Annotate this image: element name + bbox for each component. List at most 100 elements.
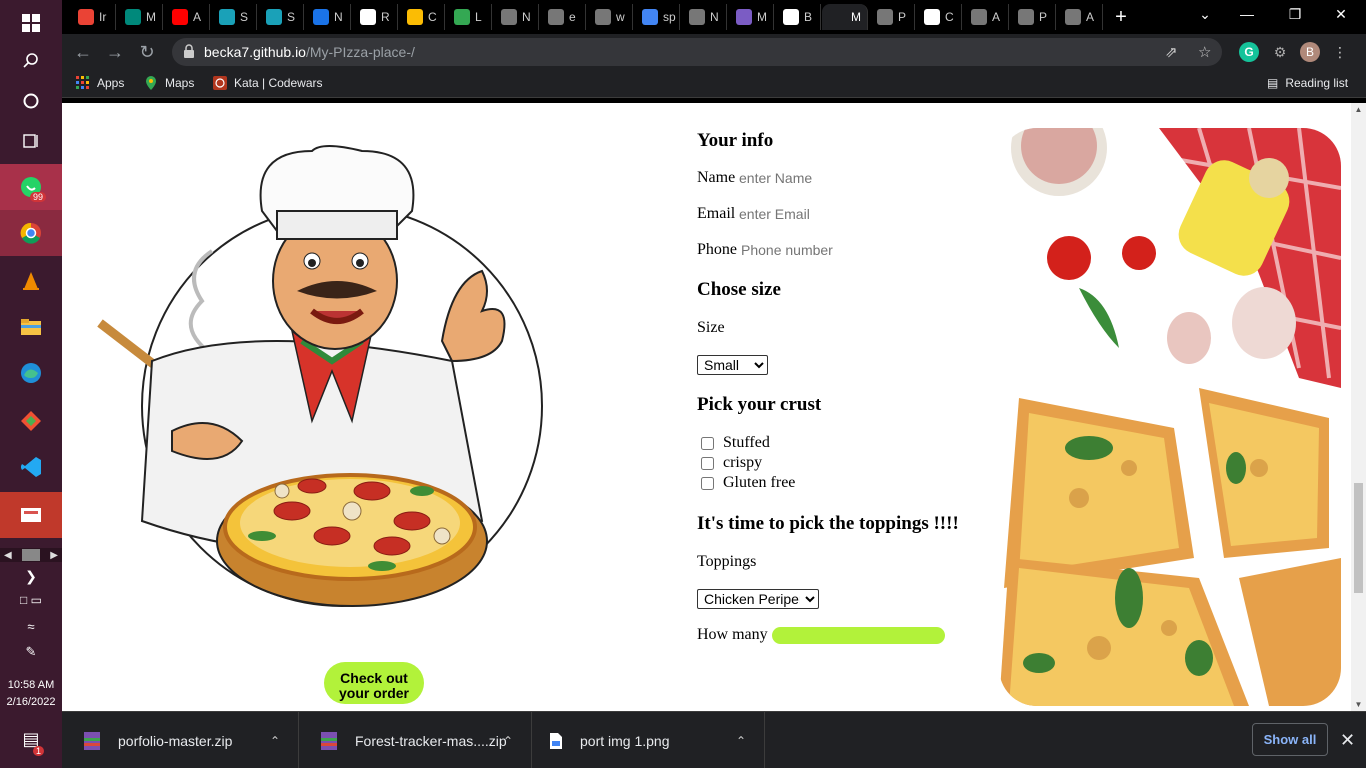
profile-avatar[interactable]: B bbox=[1300, 42, 1320, 62]
browser-tab[interactable]: N bbox=[493, 4, 539, 30]
close-window-button[interactable]: ✕ bbox=[1326, 6, 1356, 23]
clock-date[interactable]: 2/16/2022 bbox=[0, 696, 62, 708]
restore-button[interactable]: ❐ bbox=[1280, 6, 1310, 23]
extensions-puzzle-icon[interactable]: ⚙ bbox=[1270, 42, 1290, 62]
crust-option-gluten-free[interactable]: Gluten free bbox=[701, 474, 795, 492]
notifications-button[interactable]: ▤ 1 bbox=[0, 716, 62, 762]
slides-app[interactable] bbox=[0, 492, 62, 538]
download-item[interactable]: port img 1.png ⌃ bbox=[532, 712, 765, 768]
chef-illustration bbox=[97, 145, 543, 607]
phone-input[interactable] bbox=[741, 242, 881, 258]
zip-file-icon bbox=[321, 731, 337, 750]
browser-tab[interactable]: A bbox=[963, 4, 1009, 30]
github-icon bbox=[783, 9, 799, 25]
vlc-app[interactable] bbox=[0, 258, 62, 304]
bookmark-apps[interactable]: Apps bbox=[76, 76, 124, 90]
reload-button[interactable]: ↻ bbox=[136, 42, 158, 64]
address-bar[interactable]: becka7.github.io/My-PIzza-place-/ ⇗ ☆ bbox=[172, 38, 1222, 66]
tab-title: C bbox=[945, 10, 954, 24]
download-item[interactable]: Forest-tracker-mas....zip ⌃ bbox=[299, 712, 532, 768]
browser-tab[interactable]: A bbox=[164, 4, 210, 30]
reading-list-button[interactable]: ▤ Reading list bbox=[1267, 76, 1348, 90]
forward-button[interactable]: → bbox=[104, 42, 126, 64]
edge-app[interactable] bbox=[0, 350, 62, 396]
how-many-input[interactable] bbox=[772, 627, 945, 644]
clock-time[interactable]: 10:58 AM bbox=[0, 679, 62, 691]
browser-tab[interactable]: e bbox=[540, 4, 586, 30]
name-input[interactable] bbox=[739, 170, 879, 186]
back-button[interactable]: ← bbox=[72, 42, 94, 64]
download-item[interactable]: porfolio-master.zip ⌃ bbox=[62, 712, 299, 768]
whatsapp-app[interactable]: 99 bbox=[0, 164, 62, 210]
browser-tab[interactable]: S bbox=[211, 4, 257, 30]
maps-pin-icon bbox=[146, 76, 156, 90]
browser-tab[interactable]: sp bbox=[634, 4, 680, 30]
email-input[interactable] bbox=[739, 206, 879, 222]
close-downloads-icon[interactable]: ✕ bbox=[1340, 730, 1355, 751]
tab-search-button[interactable]: ⌄ bbox=[1190, 6, 1220, 23]
menu-kebab-icon[interactable]: ⋮ bbox=[1330, 42, 1350, 62]
crispy-checkbox[interactable] bbox=[701, 456, 714, 470]
task-view-button[interactable] bbox=[0, 118, 62, 164]
bookmark-icon bbox=[313, 9, 329, 25]
browser-tab[interactable]: M bbox=[117, 4, 163, 30]
tab-title: P bbox=[1039, 10, 1048, 24]
chevron-up-icon[interactable]: ⌃ bbox=[736, 734, 746, 748]
bookmark-codewars[interactable]: Kata | Codewars bbox=[213, 76, 323, 90]
browser-tab[interactable]: M bbox=[728, 4, 774, 30]
browser-tab[interactable]: B bbox=[775, 4, 821, 30]
grammarly-extension-icon[interactable]: G bbox=[1239, 42, 1259, 62]
show-all-downloads-button[interactable]: Show all bbox=[1252, 723, 1328, 756]
chrome-app[interactable] bbox=[0, 210, 62, 256]
browser-tab[interactable]: N bbox=[681, 4, 727, 30]
circle-icon bbox=[23, 93, 39, 109]
vscode-app[interactable] bbox=[0, 444, 62, 490]
stuffed-checkbox[interactable] bbox=[701, 436, 714, 450]
git-kraken-icon bbox=[21, 411, 41, 431]
browser-tab[interactable]: C bbox=[916, 4, 962, 30]
scroll-down-icon[interactable]: ▼ bbox=[1351, 700, 1366, 709]
browser-tab[interactable]: L bbox=[446, 4, 492, 30]
browser-tab[interactable]: P bbox=[1010, 4, 1056, 30]
zip-file-icon bbox=[84, 731, 100, 750]
page-scroll-thumb[interactable] bbox=[1354, 483, 1363, 593]
tab-title: N bbox=[710, 10, 719, 24]
check-out-label-line1: Check out bbox=[340, 670, 408, 686]
file-explorer-app[interactable] bbox=[0, 304, 62, 350]
toppings-select[interactable]: Chicken Periperi bbox=[697, 589, 819, 609]
bookmark-maps[interactable]: Maps bbox=[144, 76, 194, 90]
crust-option-crispy[interactable]: crispy bbox=[701, 454, 762, 472]
browser-tab[interactable]: S bbox=[258, 4, 304, 30]
minimize-button[interactable]: — bbox=[1232, 6, 1262, 22]
size-select[interactable]: Small bbox=[697, 355, 768, 375]
bookmark-star-icon[interactable]: ☆ bbox=[1198, 43, 1211, 61]
chevron-up-icon[interactable]: ⌃ bbox=[503, 734, 513, 748]
email-label: Email bbox=[697, 205, 736, 222]
scroll-up-icon[interactable]: ▲ bbox=[1351, 105, 1366, 114]
pen-button[interactable]: ✎ bbox=[0, 632, 62, 672]
your-info-heading: Your info bbox=[697, 130, 774, 151]
git-app[interactable] bbox=[0, 398, 62, 444]
gluten-free-checkbox[interactable] bbox=[701, 476, 714, 490]
browser-tab[interactable]: R bbox=[352, 4, 398, 30]
chevron-up-icon[interactable]: ⌃ bbox=[270, 734, 280, 748]
browser-tab[interactable]: P bbox=[869, 4, 915, 30]
globe-icon bbox=[548, 9, 564, 25]
crust-option-stuffed[interactable]: Stuffed bbox=[701, 434, 770, 452]
toppings-label: Toppings bbox=[697, 553, 757, 570]
browser-tab[interactable]: Ir bbox=[70, 4, 116, 30]
phone-label: Phone bbox=[697, 241, 737, 258]
browser-tab[interactable]: A bbox=[1057, 4, 1103, 30]
check-out-order-button[interactable]: Check out your order bbox=[324, 662, 424, 704]
url-text[interactable]: becka7.github.io/My-PIzza-place-/ bbox=[204, 44, 415, 60]
browser-tab[interactable]: M✕ bbox=[822, 4, 868, 30]
tab-title: P bbox=[898, 10, 907, 24]
browser-tab[interactable]: w bbox=[587, 4, 633, 30]
reading-list-icon: ▤ bbox=[1267, 76, 1279, 90]
page-scrollbar[interactable]: ▲ ▼ bbox=[1351, 103, 1366, 711]
share-icon[interactable]: ⇗ bbox=[1165, 43, 1178, 61]
browser-tab[interactable]: C bbox=[399, 4, 445, 30]
tab-title: w bbox=[616, 10, 625, 24]
browser-tab[interactable]: N bbox=[305, 4, 351, 30]
new-tab-button[interactable]: + bbox=[1110, 6, 1132, 28]
